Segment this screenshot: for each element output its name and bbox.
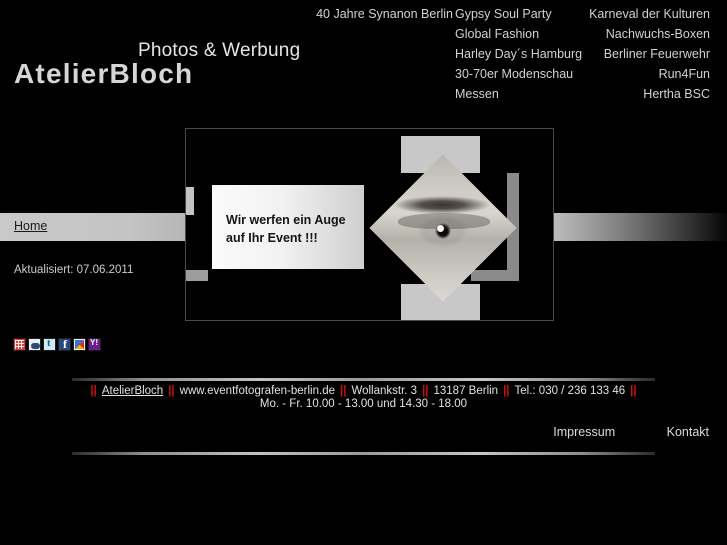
footer-divider-bottom xyxy=(72,452,655,455)
footer-separator: || xyxy=(503,385,510,397)
footer-city: 13187 Berlin xyxy=(433,385,499,397)
footer-divider-top xyxy=(72,378,655,381)
home-nav-bar[interactable]: Home xyxy=(0,213,185,241)
footer-phone: Tel.: 030 / 236 133 46 xyxy=(514,385,626,397)
nav-item-berliner-feuerwehr[interactable]: Berliner Feuerwehr xyxy=(560,44,710,64)
footer-separator: || xyxy=(90,385,97,397)
eye-catchlight xyxy=(437,225,444,232)
nav-item-40-jahre-synanon-berlin[interactable]: 40 Jahre Synanon Berlin xyxy=(250,4,453,24)
slogan-box: Wir werfen ein Auge auf Ihr Event !!! xyxy=(212,185,364,269)
footer-separator: || xyxy=(340,385,347,397)
decorative-bar-lower-left xyxy=(186,270,208,281)
footer-company-link[interactable]: AtelierBloch xyxy=(102,385,163,397)
nav-item-hertha-bsc[interactable]: Hertha BSC xyxy=(560,84,710,104)
footer-separator: || xyxy=(422,385,429,397)
footer-separator: || xyxy=(630,385,637,397)
social-bookmark-bar xyxy=(13,338,101,351)
nav-column-3: Karneval der Kulturen Nachwuchs-Boxen Be… xyxy=(560,4,710,104)
twitter-icon[interactable] xyxy=(43,338,56,351)
eye-lid-shadow xyxy=(398,213,490,229)
decorative-gradient-bar-right xyxy=(554,213,727,241)
last-updated-text: Aktualisiert: 07.06.2011 xyxy=(14,264,134,276)
nav-column-1: 40 Jahre Synanon Berlin xyxy=(250,4,453,24)
footer-separator: || xyxy=(168,385,175,397)
footer-street: Wollankstr. 3 xyxy=(351,385,418,397)
mister-wong-icon[interactable] xyxy=(28,338,41,351)
facebook-icon[interactable] xyxy=(58,338,71,351)
sidebar-item-home[interactable]: Home xyxy=(14,219,47,233)
site-header: Photos & Werbung AtelierBloch 40 Jahre S… xyxy=(0,0,727,110)
footer-website: www.eventfotografen-berlin.de xyxy=(179,385,335,397)
yahoo-icon[interactable] xyxy=(88,338,101,351)
decorative-block-left xyxy=(186,187,194,215)
nav-item-nachwuchs-boxen[interactable]: Nachwuchs-Boxen xyxy=(560,24,710,44)
footer-contact-line: || AtelierBloch || www.eventfotografen-berl… xyxy=(0,385,727,397)
google-icon[interactable] xyxy=(73,338,86,351)
hero-image: Wir werfen ein Auge auf Ihr Event !!! xyxy=(185,128,554,321)
footer-link-impressum[interactable]: Impressum xyxy=(553,425,615,439)
slogan-text: Wir werfen ein Auge auf Ihr Event !!! xyxy=(226,211,346,247)
nav-item-run4fun[interactable]: Run4Fun xyxy=(560,64,710,84)
footer-hours: Mo. - Fr. 10.00 - 13.00 und 14.30 - 18.0… xyxy=(259,398,468,410)
footer-link-kontakt[interactable]: Kontakt xyxy=(667,425,709,439)
delicious-icon[interactable] xyxy=(13,338,26,351)
slogan-line-2: auf Ihr Event !!! xyxy=(226,231,318,245)
logo-name: AtelierBloch xyxy=(14,58,194,89)
nav-item-karneval-der-kulturen[interactable]: Karneval der Kulturen xyxy=(560,4,710,24)
slogan-line-1: Wir werfen ein Auge xyxy=(226,213,346,227)
footer-links: Impressum Kontakt xyxy=(0,425,727,439)
decorative-bar-horizontal xyxy=(471,270,519,281)
